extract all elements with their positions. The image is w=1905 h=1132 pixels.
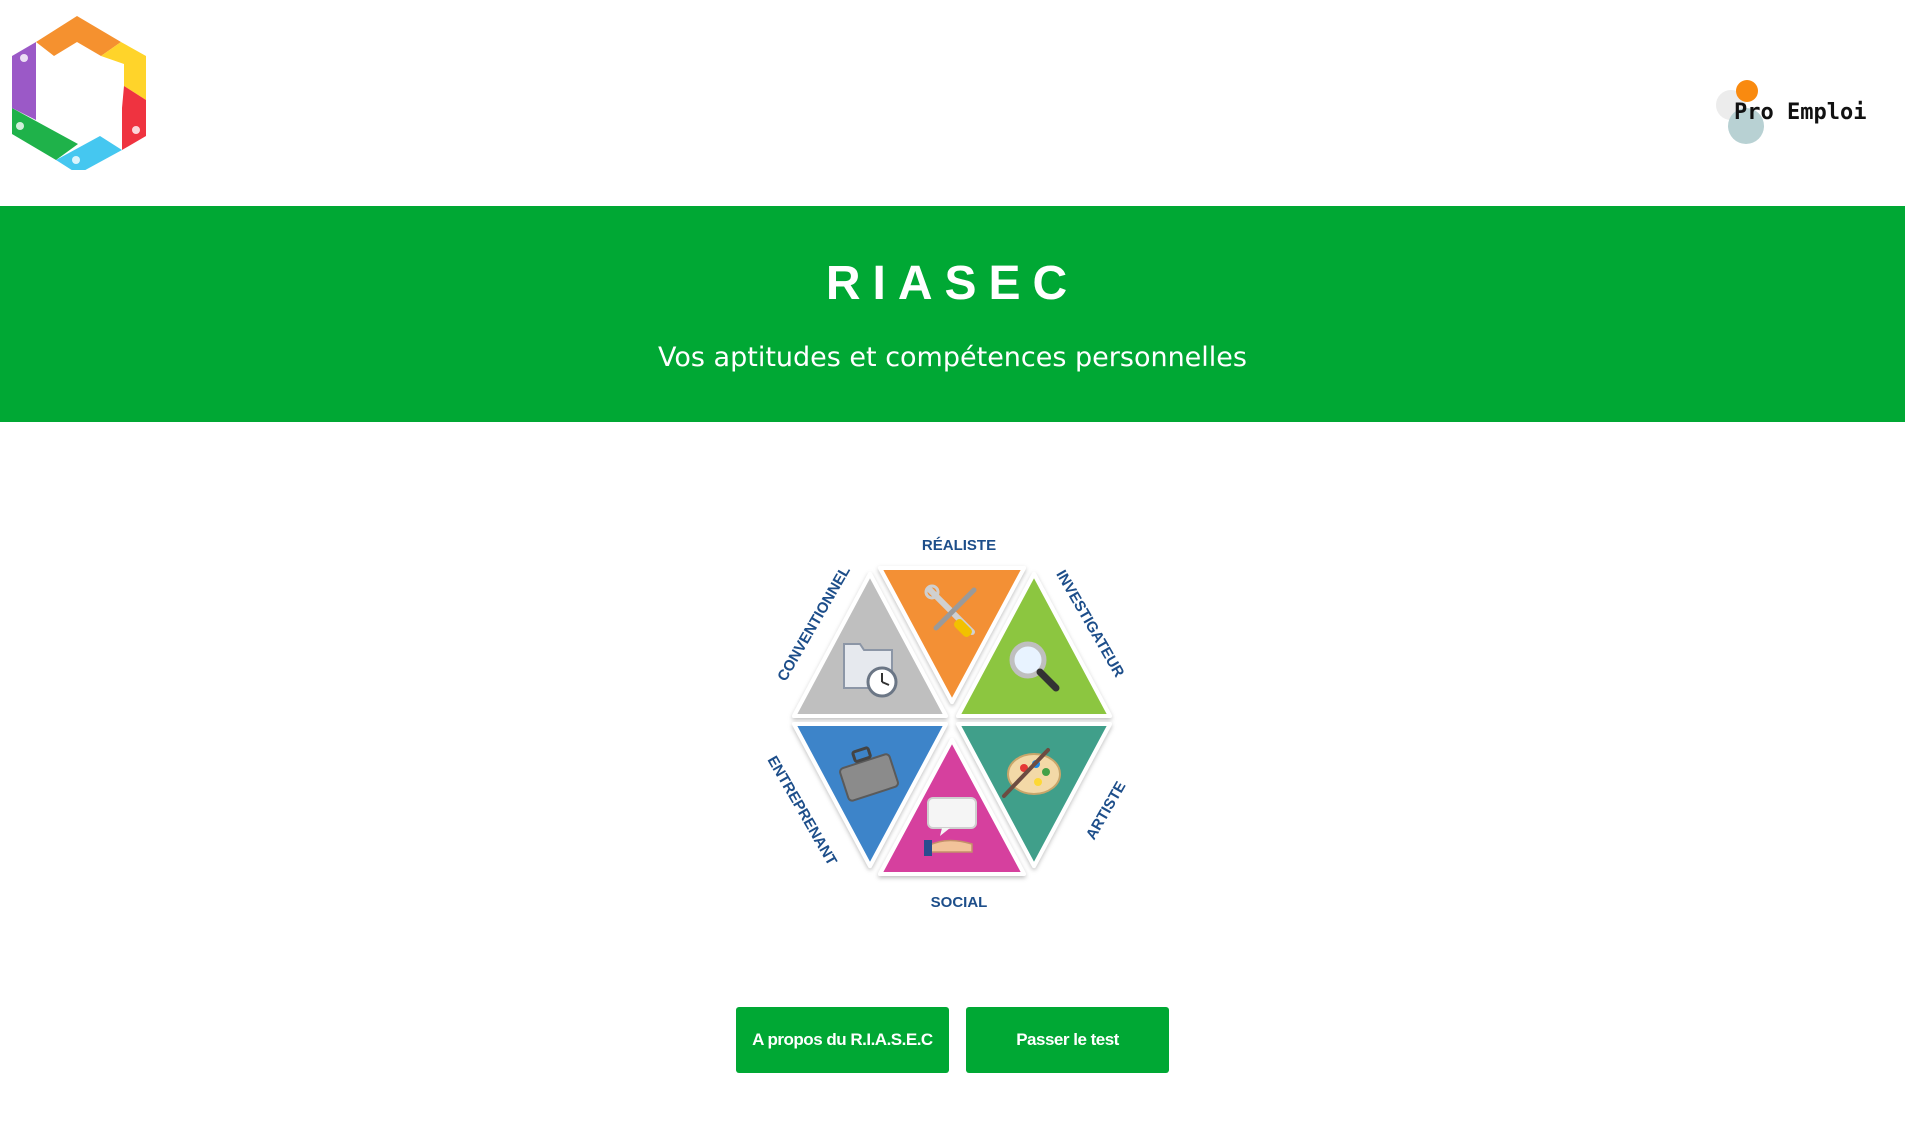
label-artiste: ARTISTE	[1083, 779, 1130, 843]
speech-hand-icon	[924, 797, 977, 856]
site-header: Pro Emploi	[0, 0, 1905, 206]
riasec-diagram: RÉALISTE INVESTIGATEUR ARTISTE SOCIAL EN…	[762, 526, 1142, 916]
label-realiste: RÉALISTE	[922, 537, 996, 554]
pro-emploi-brand[interactable]: Pro Emploi	[1710, 76, 1885, 146]
riasec-hexagon: RÉALISTE INVESTIGATEUR ARTISTE SOCIAL EN…	[764, 537, 1130, 911]
brand-label: Pro Emploi	[1734, 100, 1867, 125]
action-buttons: A propos du R.I.A.S.E.C Passer le test	[0, 1007, 1905, 1073]
logo-segment-green	[12, 108, 78, 160]
folder-clock-icon	[843, 643, 898, 698]
about-riasec-button[interactable]: A propos du R.I.A.S.E.C	[735, 1007, 949, 1073]
riasec-logo[interactable]	[6, 12, 148, 170]
brand-dot-orange	[1736, 80, 1758, 102]
page-subtitle: Vos aptitudes et compétences personnelle…	[658, 342, 1247, 373]
logo-segment-purple	[12, 42, 36, 120]
logo-segment-orange-2	[36, 16, 77, 56]
hero-banner: RIASEC Vos aptitudes et compétences pers…	[0, 206, 1905, 422]
take-test-button[interactable]: Passer le test	[966, 1007, 1170, 1073]
page-title: RIASEC	[825, 257, 1080, 310]
label-social: SOCIAL	[931, 894, 988, 911]
